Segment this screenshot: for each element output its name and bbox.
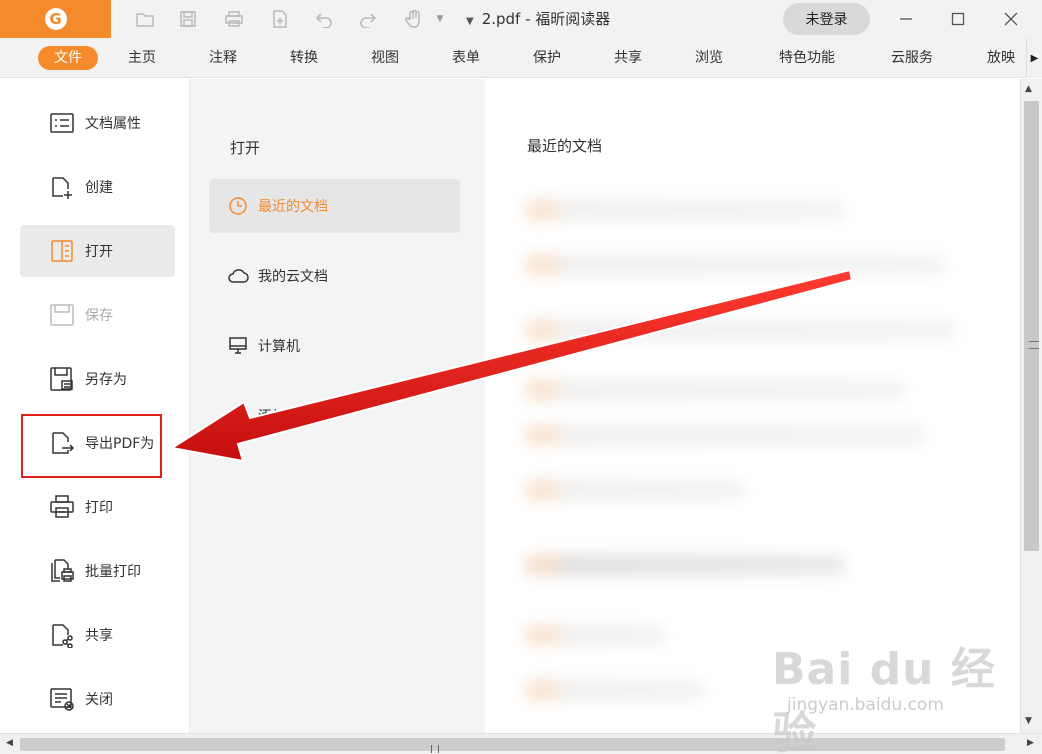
sidebar-item-batch-print[interactable]: 批量打印 [20,545,175,597]
save-icon[interactable] [176,7,200,31]
recent-document-item[interactable] [525,379,905,401]
quick-access-dropdown-icon[interactable]: ▼ [428,7,452,31]
sidebar-item-label: 打开 [85,244,113,260]
open-option-label: 我的云文档 [258,269,328,285]
file-menu-sidebar: 文档属性 创建 打开 保存 另存为 导出PDF为 打印 批量打印 共享 关闭 [0,79,190,733]
sidebar-item-share[interactable]: 共享 [20,609,175,661]
sidebar-item-open[interactable]: 打开 [20,225,175,277]
menu-home[interactable]: 主页 [120,46,164,70]
document-title: ▼ 2.pdf - 福昕阅读器 [466,0,610,38]
scroll-left-icon[interactable]: ◀ [6,738,13,748]
sidebar-item-label: 关闭 [85,692,113,708]
recent-document-item[interactable] [525,199,845,221]
open-option-add-location[interactable]: 添加位置 [209,389,460,443]
minimize-icon[interactable] [894,7,918,31]
sidebar-item-label: 文档属性 [85,116,141,132]
properties-icon [48,109,76,137]
foxit-logo-icon: G [44,8,67,30]
new-file-icon[interactable] [268,7,292,31]
recent-document-item[interactable] [525,479,745,501]
save-icon [48,301,76,329]
sidebar-item-print[interactable]: 打印 [20,481,175,533]
watermark-url: jingyan.baidu.com [787,695,944,715]
scroll-right-icon[interactable]: ▶ [1027,738,1034,748]
panel-heading: 打开 [230,139,261,157]
sidebar-item-save[interactable]: 保存 [20,289,175,341]
open-option-label: 最近的文档 [258,199,328,215]
recent-document-item[interactable] [525,554,845,576]
sidebar-item-close[interactable]: 关闭 [20,673,175,725]
recent-documents-heading: 最近的文档 [527,137,603,155]
customize-dropdown-icon[interactable]: ▼ [466,16,474,27]
sidebar-item-label: 共享 [85,628,113,644]
close-icon[interactable] [999,7,1023,31]
undo-icon[interactable] [312,7,336,31]
scroll-grip-icon [1029,341,1039,349]
menu-comment[interactable]: 注释 [201,46,245,70]
maximize-icon[interactable] [946,7,970,31]
menu-view[interactable]: 视图 [363,46,407,70]
app-logo[interactable]: G [0,0,111,38]
vertical-scroll-thumb[interactable] [1024,101,1039,551]
sidebar-item-label: 创建 [85,180,113,196]
annotation-highlight-box [21,414,162,478]
menu-slideshow[interactable]: 放映 [980,46,1022,70]
share-icon [48,621,76,649]
menu-file[interactable]: 文件 [38,46,98,70]
menu-protect[interactable]: 保护 [525,46,569,70]
sidebar-item-properties[interactable]: 文档属性 [20,97,175,149]
recent-document-item[interactable] [525,679,705,701]
recent-document-item[interactable] [525,254,945,276]
recent-document-item[interactable] [525,424,925,446]
scroll-down-icon[interactable]: ▼ [1025,716,1032,726]
open-option-recent[interactable]: 最近的文档 [209,179,460,233]
printer-icon [48,493,76,521]
scroll-grip-icon [431,745,439,753]
menu-convert[interactable]: 转换 [282,46,326,70]
login-button[interactable]: 未登录 [783,3,870,35]
close-doc-icon [48,685,76,713]
open-options-panel: 打开 最近的文档 我的云文档 计算机 添加位置 [190,79,485,733]
print-icon[interactable] [222,7,246,31]
open-option-computer[interactable]: 计算机 [209,319,460,373]
recent-document-item[interactable] [525,624,665,646]
sidebar-item-label: 另存为 [85,372,127,388]
sidebar-item-label: 保存 [85,308,113,324]
menu-bar: 文件 主页 注释 转换 视图 表单 保护 共享 浏览 特色功能 云服务 放映 ▶ [0,38,1042,78]
sidebar-item-label: 批量打印 [85,564,141,580]
vertical-scrollbar[interactable]: ▲ ▼ [1020,79,1042,733]
open-option-label: 计算机 [258,339,300,355]
computer-icon [227,335,249,357]
open-folder-icon[interactable] [133,7,157,31]
cloud-icon [227,265,249,287]
clock-icon [227,195,249,217]
menu-share[interactable]: 共享 [606,46,650,70]
menu-scroll-right-icon[interactable]: ▶ [1026,38,1042,78]
open-book-icon [48,237,76,265]
hand-tool-icon[interactable] [402,7,426,31]
document-title-text: 2.pdf - 福昕阅读器 [481,10,611,28]
add-location-icon [227,405,249,427]
watermark-text: Bai du 经验 [772,644,996,754]
baidu-watermark: Bai du 经验 jingyan.baidu.com [772,633,1002,754]
sidebar-item-create[interactable]: 创建 [20,161,175,213]
open-option-cloud[interactable]: 我的云文档 [209,249,460,303]
recent-document-item[interactable] [525,319,955,341]
menu-browse[interactable]: 浏览 [687,46,731,70]
save-as-icon [48,365,76,393]
create-icon [48,173,76,201]
title-bar: G ▼ ▼ 2.pdf - 福昕阅读器 未登录 [0,0,1042,38]
redo-icon[interactable] [356,7,380,31]
open-option-label: 添加位置 [258,409,314,425]
sidebar-item-save-as[interactable]: 另存为 [20,353,175,405]
scroll-up-icon[interactable]: ▲ [1025,84,1032,94]
menu-features[interactable]: 特色功能 [772,46,842,70]
sidebar-item-label: 打印 [85,500,113,516]
batch-print-icon [48,557,76,585]
menu-form[interactable]: 表单 [444,46,488,70]
menu-cloud[interactable]: 云服务 [882,46,942,70]
